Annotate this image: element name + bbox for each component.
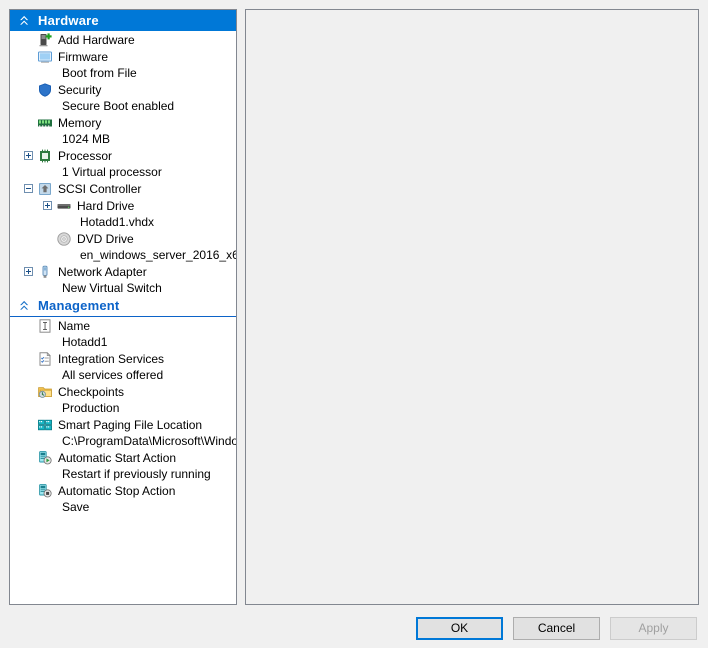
tree-node-label: Smart Paging File Location (58, 417, 203, 432)
expand-plus-icon[interactable] (24, 151, 33, 160)
tree-node-value-label: C:\ProgramData\Microsoft\Windo… (62, 434, 236, 448)
section-header-label: Management (38, 298, 120, 313)
tree-node[interactable]: Integration Services (10, 350, 236, 367)
dialog-button-bar: OK Cancel Apply (0, 610, 708, 648)
expander-placeholder (24, 321, 33, 330)
tree-node-value-label: 1 Virtual processor (62, 165, 162, 179)
tree-node[interactable]: Add Hardware (10, 31, 236, 48)
processor-chip-icon (37, 148, 53, 164)
cancel-button[interactable]: Cancel (513, 617, 600, 640)
expander-placeholder (24, 387, 33, 396)
tree-node[interactable]: Name (10, 317, 236, 334)
tree-node-value: Hotadd1.vhdx (10, 214, 236, 230)
tree-node-value-label: Hotadd1 (62, 335, 108, 349)
tree-node-value: Save (10, 499, 236, 515)
dvd-drive-icon (56, 231, 72, 247)
automatic-stop-icon (37, 483, 53, 499)
expander-placeholder (43, 234, 52, 243)
tree-node-value: New Virtual Switch (10, 280, 236, 296)
tree-node-label: Network Adapter (58, 264, 147, 279)
tree-node-value: 1024 MB (10, 131, 236, 147)
integration-services-icon (37, 351, 53, 367)
expander-placeholder (24, 85, 33, 94)
expand-plus-icon[interactable] (24, 267, 33, 276)
tree-node[interactable]: Checkpoints (10, 383, 236, 400)
tree-node-value: Restart if previously running (10, 466, 236, 482)
tree-node[interactable]: DVD Drive (10, 230, 236, 247)
apply-button: Apply (610, 617, 697, 640)
automatic-start-icon (37, 450, 53, 466)
tree-node[interactable]: SCSI Controller (10, 180, 236, 197)
tree-node[interactable]: Processor (10, 147, 236, 164)
tree-node-value: Boot from File (10, 65, 236, 81)
section-header-label: Hardware (38, 12, 99, 28)
tree-node-value-label: Save (62, 500, 90, 514)
tree-node-value-label: New Virtual Switch (62, 281, 162, 295)
network-adapter-icon (37, 264, 53, 280)
tree-node-label: Security (58, 82, 102, 97)
expander-placeholder (24, 118, 33, 127)
tree-node-label: Processor (58, 148, 113, 163)
tree-node-value-label: Boot from File (62, 66, 137, 80)
tree-node-label: Add Hardware (58, 32, 135, 47)
tree-node-label: Automatic Stop Action (58, 483, 176, 498)
tree-node[interactable]: Network Adapter (10, 263, 236, 280)
hard-drive-icon (56, 198, 72, 214)
tree-node-value-label: 1024 MB (62, 132, 111, 146)
smart-paging-icon (37, 417, 53, 433)
tree-node-label: Memory (58, 115, 102, 130)
scsi-controller-icon (37, 181, 53, 197)
tree-node-label: DVD Drive (77, 231, 134, 246)
tree-node-label: Integration Services (58, 351, 165, 366)
expand-plus-icon[interactable] (43, 201, 52, 210)
settings-tree[interactable]: Hardware Add Hardware Firmware Boot from Fi… (10, 10, 236, 604)
tree-node-value: en_windows_server_2016_x6… (10, 247, 236, 263)
collapse-minus-icon[interactable] (24, 184, 33, 193)
tree-node[interactable]: Smart Paging File Location (10, 416, 236, 433)
tree-node[interactable]: Firmware (10, 48, 236, 65)
tree-node-value-label: Hotadd1.vhdx (80, 215, 155, 229)
add-hardware-icon (37, 32, 53, 48)
tree-node-value: Secure Boot enabled (10, 98, 236, 114)
expander-placeholder (24, 420, 33, 429)
tree-node[interactable]: Automatic Stop Action (10, 482, 236, 499)
tree-node-label: Firmware (58, 49, 108, 64)
tree-node-value: Production (10, 400, 236, 416)
section-header-hardware[interactable]: Hardware (10, 10, 236, 31)
chevron-double-up-icon (18, 14, 32, 28)
expander-placeholder (24, 354, 33, 363)
security-shield-icon (37, 82, 53, 98)
expander-placeholder (24, 486, 33, 495)
tree-node[interactable]: Automatic Start Action (10, 449, 236, 466)
tree-node-value-label: All services offered (62, 368, 164, 382)
tree-node-label: SCSI Controller (58, 181, 142, 196)
name-text-icon (37, 318, 53, 334)
tree-node[interactable]: Hard Drive (10, 197, 236, 214)
settings-detail-panel (245, 9, 699, 605)
expander-placeholder (24, 52, 33, 61)
checkpoints-icon (37, 384, 53, 400)
tree-node[interactable]: Memory (10, 114, 236, 131)
settings-tree-panel[interactable]: Hardware Add Hardware Firmware Boot from Fi… (9, 9, 237, 605)
tree-node-label: Name (58, 318, 91, 333)
expander-placeholder (24, 35, 33, 44)
tree-node-value: All services offered (10, 367, 236, 383)
ok-button[interactable]: OK (416, 617, 503, 640)
tree-node-value-label: Restart if previously running (62, 467, 211, 481)
tree-node-value: C:\ProgramData\Microsoft\Windo… (10, 433, 236, 449)
tree-node-value: 1 Virtual processor (10, 164, 236, 180)
chevron-double-up-icon (18, 299, 32, 313)
tree-node-label: Automatic Start Action (58, 450, 177, 465)
expander-placeholder (24, 453, 33, 462)
memory-dimm-icon (37, 115, 53, 131)
tree-node-label: Hard Drive (77, 198, 135, 213)
tree-node-value-label: Secure Boot enabled (62, 99, 175, 113)
tree-node[interactable]: Security (10, 81, 236, 98)
tree-node-value-label: en_windows_server_2016_x6… (80, 248, 236, 262)
tree-node-value: Hotadd1 (10, 334, 236, 350)
tree-node-label: Checkpoints (58, 384, 125, 399)
tree-node-value-label: Production (62, 401, 120, 415)
section-header-management[interactable]: Management (10, 296, 236, 317)
firmware-monitor-icon (37, 49, 53, 65)
